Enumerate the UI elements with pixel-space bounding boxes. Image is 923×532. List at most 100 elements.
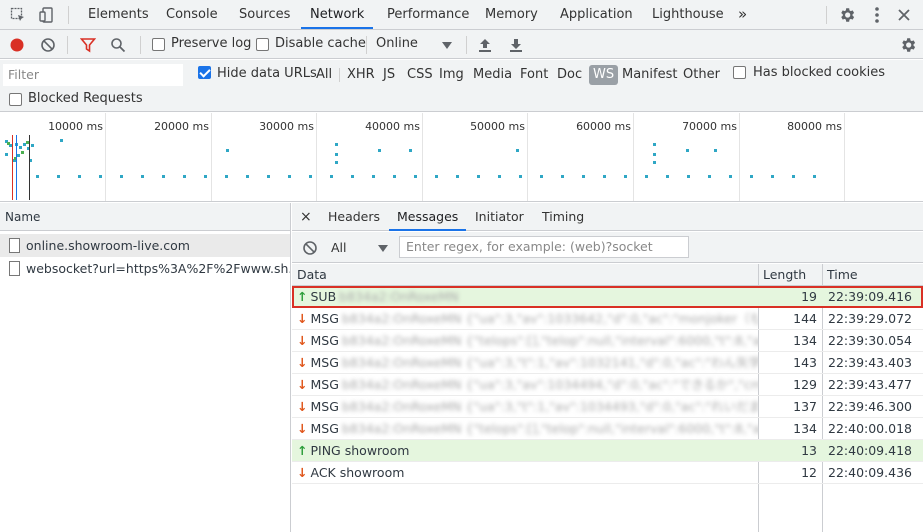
timeline-activity-dot xyxy=(456,175,459,178)
device-toolbar-icon[interactable] xyxy=(38,6,56,24)
filter-type-ws[interactable]: WS xyxy=(589,65,619,85)
blocked-requests-checkbox[interactable] xyxy=(9,93,22,106)
tab-sources[interactable]: Sources xyxy=(239,0,290,29)
message-row[interactable]: ↓ MSG b834a2:OnRoxeMN {"telops":[],"telop"… xyxy=(292,418,923,440)
has-blocked-cookies-checkbox[interactable] xyxy=(733,66,746,79)
settings-gear-icon[interactable] xyxy=(838,6,856,24)
timeline-activity-dot xyxy=(335,153,338,156)
arrow-up-icon: ↑ xyxy=(297,289,308,304)
data-column-header[interactable]: Data xyxy=(292,264,327,286)
import-har-icon[interactable] xyxy=(477,36,493,54)
hide-data-urls-label: Hide data URLs xyxy=(217,66,317,81)
arrow-down-icon: ↓ xyxy=(297,333,308,348)
tab-timing[interactable]: Timing xyxy=(542,203,584,231)
filter-type-media[interactable]: Media xyxy=(471,65,514,85)
clear-icon[interactable] xyxy=(40,37,56,53)
timeline-activity-dot xyxy=(687,175,690,178)
clear-messages-icon[interactable] xyxy=(302,240,318,256)
filter-type-all[interactable]: All xyxy=(314,65,334,85)
time-column-header[interactable]: Time xyxy=(822,264,858,286)
timeline-activity-dot xyxy=(603,175,606,178)
request-row[interactable]: websocket?url=https%3A%2F%2Fwww.sh... xyxy=(0,257,290,280)
request-row[interactable]: online.showroom-live.com xyxy=(0,234,290,257)
length-column-header[interactable]: Length xyxy=(758,264,806,286)
message-type-select[interactable]: All xyxy=(331,240,347,255)
filter-type-font[interactable]: Font xyxy=(518,65,550,85)
inspect-element-icon[interactable] xyxy=(10,7,26,23)
message-regex-input[interactable]: Enter regex, for example: (web)?socket xyxy=(399,236,689,258)
close-devtools-icon[interactable] xyxy=(896,7,912,23)
filter-bar: Filter Hide data URLs All XHR JS CSS Img… xyxy=(0,60,923,112)
message-payload: b834a2:OnRoxeMN {"ua":3,"t":1,"av":10321… xyxy=(341,355,758,370)
more-tabs-button[interactable]: » xyxy=(738,0,747,29)
hide-data-urls-checkbox[interactable] xyxy=(198,66,211,79)
filter-type-css[interactable]: CSS xyxy=(405,65,435,85)
filter-type-js[interactable]: JS xyxy=(381,65,397,85)
message-row[interactable]: ↑ SUB b834a2:OnRoxeMN 19 22:39:09.416 xyxy=(292,286,923,308)
timeline-activity-dot xyxy=(708,175,711,178)
timeline-tick-label: 30000 ms xyxy=(259,120,314,133)
message-type: MSG xyxy=(310,355,339,370)
tab-messages[interactable]: Messages xyxy=(389,203,467,231)
message-row[interactable]: ↓ MSG b834a2:OnRoxeMN {"telops":[],"telop"… xyxy=(292,330,923,352)
preserve-log-checkbox[interactable] xyxy=(152,38,165,51)
timeline-activity-dot xyxy=(141,175,144,178)
tab-initiator[interactable]: Initiator xyxy=(475,203,524,231)
more-options-icon[interactable] xyxy=(870,6,884,24)
document-icon xyxy=(9,261,20,276)
timeline-activity-dot xyxy=(792,175,795,178)
timeline-activity-dot xyxy=(31,144,34,147)
arrow-down-icon: ↓ xyxy=(297,377,308,392)
throttling-select[interactable]: Online xyxy=(376,36,418,51)
timeline-activity-dot xyxy=(17,154,20,157)
tab-elements[interactable]: Elements xyxy=(88,0,149,29)
filter-input-box[interactable]: Filter xyxy=(3,64,183,86)
timeline-activity-dot xyxy=(729,175,732,178)
tab-application[interactable]: Application xyxy=(560,0,633,29)
message-row[interactable]: ↓ ACK showroom 12 22:40:09.436 xyxy=(292,462,923,484)
search-icon[interactable] xyxy=(110,37,126,53)
close-detail-button[interactable]: × xyxy=(300,203,312,231)
record-icon[interactable] xyxy=(9,37,25,53)
message-data-cell: ↑ PING showroom xyxy=(292,440,758,461)
timeline-activity-dot xyxy=(653,153,656,156)
tab-performance[interactable]: Performance xyxy=(387,0,469,29)
filter-type-xhr[interactable]: XHR xyxy=(345,65,377,85)
filter-type-other[interactable]: Other xyxy=(681,65,722,85)
arrow-down-icon: ↓ xyxy=(297,399,308,414)
disable-cache-checkbox[interactable] xyxy=(256,38,269,51)
network-settings-gear-icon[interactable] xyxy=(899,36,917,54)
tab-network[interactable]: Network xyxy=(301,0,374,29)
filter-type-img[interactable]: Img xyxy=(437,65,466,85)
message-row[interactable]: ↓ MSG b834a2:OnRoxeMN {"ua":3,"av":1033642… xyxy=(292,308,923,330)
export-har-icon[interactable] xyxy=(508,36,524,54)
filter-input[interactable]: Filter xyxy=(8,67,39,82)
message-row[interactable]: ↑ PING showroom 13 22:40:09.418 xyxy=(292,440,923,462)
timeline-gridline xyxy=(527,113,528,201)
filter-type-doc[interactable]: Doc xyxy=(555,65,584,85)
filter-type-manifest[interactable]: Manifest xyxy=(620,65,679,85)
timeline-activity-dot xyxy=(21,151,24,154)
arrow-down-icon: ↓ xyxy=(297,311,308,326)
message-row[interactable]: ↓ MSG b834a2:OnRoxeMN {"ua":3,"av":1034494… xyxy=(292,374,923,396)
tab-memory[interactable]: Memory xyxy=(485,0,538,29)
message-payload: b834a2:OnRoxeMN {"ua":3,"av":1033642,"d"… xyxy=(341,311,758,326)
request-name: websocket?url=https%3A%2F%2Fwww.sh... xyxy=(26,261,290,276)
preserve-log-label: Preserve log xyxy=(171,36,252,51)
tab-console[interactable]: Console xyxy=(166,0,218,29)
timeline-overview[interactable]: 10000 ms 20000 ms 30000 ms 40000 ms 50000 ms… xyxy=(0,113,923,202)
has-blocked-cookies-label: Has blocked cookies xyxy=(753,65,886,80)
name-column-header[interactable]: Name xyxy=(0,203,290,231)
timeline-tick-label: 10000 ms xyxy=(48,120,103,133)
timeline-activity-dot xyxy=(57,175,60,178)
timeline-activity-dot xyxy=(435,175,438,178)
message-time: 22:39:43.477 xyxy=(828,377,912,392)
message-row[interactable]: ↓ MSG b834a2:OnRoxeMN {"ua":3,"t":1,"av":1… xyxy=(292,352,923,374)
tab-lighthouse[interactable]: Lighthouse xyxy=(652,0,724,29)
tab-headers[interactable]: Headers xyxy=(328,203,380,231)
message-row[interactable]: ↓ MSG b834a2:OnRoxeMN {"ua":3,"t":1,"av":1… xyxy=(292,396,923,418)
message-length: 144 xyxy=(793,311,817,326)
timeline-tick-label: 80000 ms xyxy=(787,120,842,133)
messages-table-header: Data Length Time xyxy=(292,264,923,286)
filter-icon[interactable] xyxy=(80,37,96,53)
